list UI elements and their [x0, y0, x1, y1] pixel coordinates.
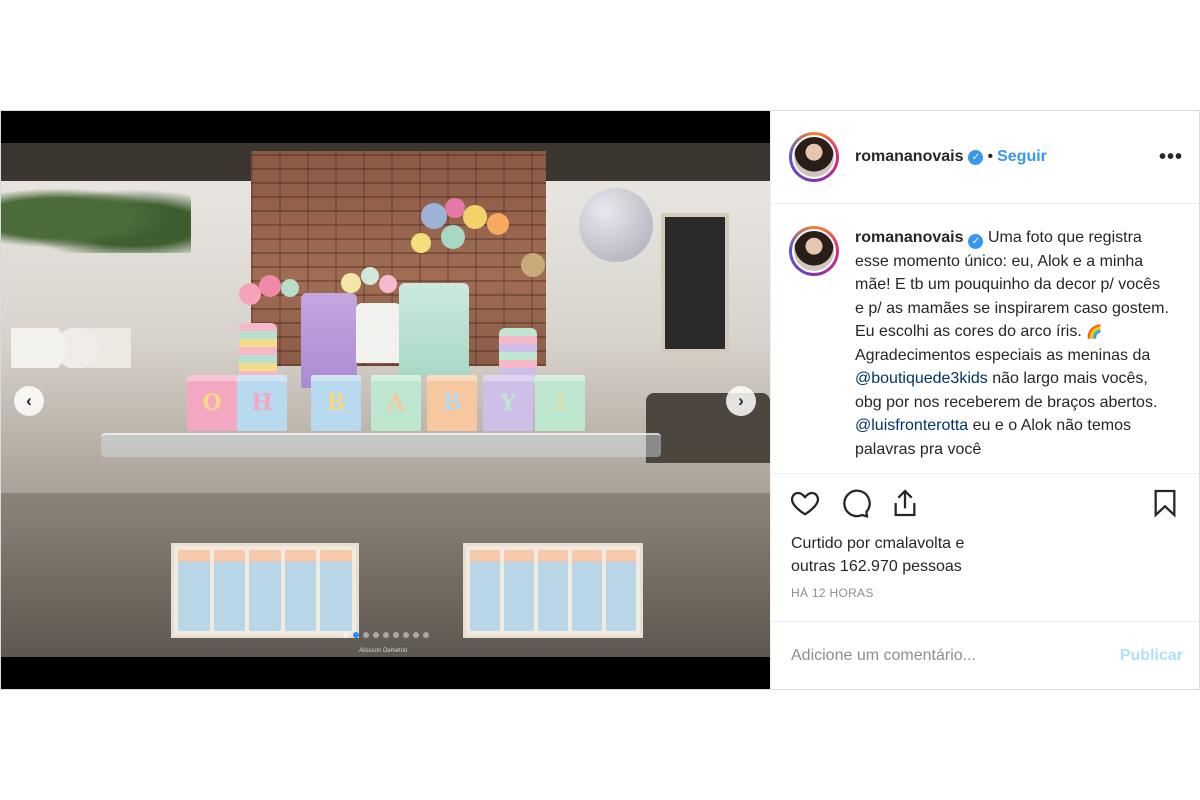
photo-glass-table [101, 433, 661, 457]
photo-balloon [259, 275, 281, 297]
carousel-dot [342, 632, 349, 638]
photo-letter-box: ! [535, 375, 585, 431]
instagram-post: O H B A B Y ! Alissson Demetrio ‹ › roma… [0, 110, 1200, 690]
photo-cake-purple [301, 293, 357, 388]
carousel-dot [402, 632, 409, 638]
post-photo: O H B A B Y ! Alissson Demetrio [1, 143, 770, 657]
photo-balloon [411, 233, 431, 253]
photo-balloon [463, 205, 487, 229]
photo-letter-box: O [187, 375, 237, 431]
photo-painting [661, 213, 729, 353]
carousel-dot [422, 632, 429, 638]
photo-hanging-plants [1, 183, 191, 253]
likes-line-1: Curtido por cmalavolta e [791, 535, 965, 552]
caption-section: romananovais ✓ Uma foto que registra esse… [771, 204, 1199, 474]
photo-cake-white [356, 303, 401, 363]
mention-link[interactable]: @luisfronterotta [855, 417, 968, 434]
publish-button[interactable]: Publicar [1120, 647, 1183, 665]
likes-line-2: outras 162.970 pessoas [791, 558, 962, 575]
likes-summary[interactable]: Curtido por cmalavolta e outras 162.970 … [771, 532, 1199, 578]
header-separator: • [987, 148, 994, 165]
caption-avatar[interactable] [789, 226, 839, 276]
photo-flowers [11, 328, 131, 368]
photo-letter-box: H [237, 375, 287, 431]
post-header: romananovais ✓ • Seguir ••• [771, 111, 1199, 204]
photo-balloon [521, 253, 545, 277]
comment-input[interactable] [791, 646, 1120, 665]
more-options-icon[interactable]: ••• [1159, 146, 1183, 169]
post-details-panel: romananovais ✓ • Seguir ••• romananovais… [770, 111, 1199, 689]
caption-username[interactable]: romananovais [855, 229, 963, 246]
carousel-dot [372, 632, 379, 638]
photo-favor-tray-right [463, 543, 643, 638]
photo-letter-box: B [311, 375, 361, 431]
photo-balloon [281, 279, 299, 297]
carousel-indicator [1, 632, 770, 638]
verified-badge-icon: ✓ [968, 149, 984, 165]
carousel-dot-active [352, 632, 359, 638]
avatar[interactable] [789, 132, 839, 182]
bookmark-icon[interactable] [1149, 487, 1181, 519]
photo-balloon [341, 273, 361, 293]
action-bar [771, 474, 1199, 532]
heart-icon[interactable] [789, 487, 821, 519]
carousel-dot [362, 632, 369, 638]
photo-watermark: Alissson Demetrio [359, 648, 408, 654]
avatar-image [792, 135, 836, 179]
caption-part: Agradecimentos especiais as meninas da [855, 346, 1151, 364]
share-icon[interactable] [889, 487, 921, 519]
previous-slide-button[interactable]: ‹ [14, 386, 44, 416]
photo-balloon [361, 267, 379, 285]
photo-letter-box: B [427, 375, 477, 431]
post-media: O H B A B Y ! Alissson Demetrio ‹ › [1, 111, 770, 689]
rainbow-emoji-icon: 🌈 [1086, 324, 1103, 339]
next-slide-button[interactable]: › [726, 386, 756, 416]
follow-button[interactable]: Seguir [997, 148, 1047, 166]
photo-balloon [421, 203, 447, 229]
photo-big-balloon [579, 188, 653, 262]
photo-balloon [379, 275, 397, 293]
comment-icon[interactable] [839, 487, 871, 519]
photo-balloon [487, 213, 509, 235]
photo-favor-tray-left [171, 543, 359, 638]
chevron-left-icon: ‹ [26, 391, 32, 410]
photo-balloon [445, 198, 465, 218]
avatar-image [792, 229, 836, 273]
photo-balloon [239, 283, 261, 305]
comment-form: Publicar [771, 621, 1199, 689]
photo-balloon [441, 225, 465, 249]
carousel-dot [412, 632, 419, 638]
header-username[interactable]: romananovais [855, 148, 963, 166]
photo-cake-mint [399, 283, 469, 375]
photo-macaron-tower-left [239, 323, 277, 383]
chevron-right-icon: › [738, 391, 744, 410]
photo-letter-box: Y [483, 375, 533, 431]
carousel-dot [392, 632, 399, 638]
caption-text: romananovais ✓ Uma foto que registra esse… [855, 226, 1170, 473]
photo-letter-box: A [371, 375, 421, 431]
verified-badge-icon: ✓ [968, 234, 984, 250]
post-timestamp[interactable]: HÁ 12 HORAS [771, 578, 1199, 600]
carousel-dot [382, 632, 389, 638]
mention-link[interactable]: @boutiquede3kids [855, 370, 988, 387]
